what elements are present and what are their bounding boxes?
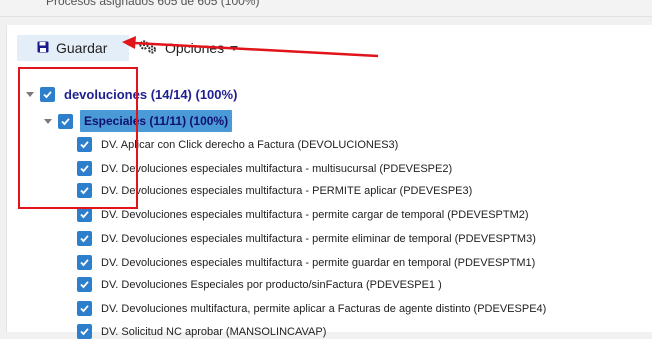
annotation-arrow [122,36,379,58]
